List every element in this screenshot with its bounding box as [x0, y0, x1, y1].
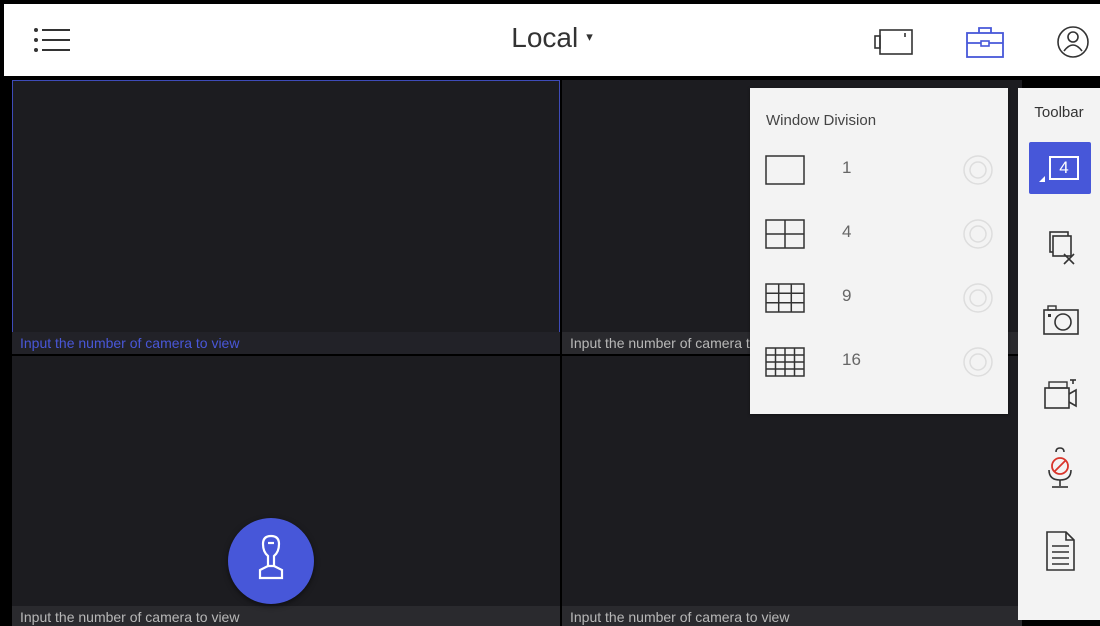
grid-16-icon [765, 347, 805, 377]
radio-icon[interactable] [962, 346, 994, 378]
close-all-icon [1049, 231, 1075, 265]
ptz-joystick-button[interactable] [228, 518, 314, 604]
division-count: 4 [1049, 156, 1079, 180]
camera-icon [1043, 305, 1079, 335]
top-bar: Local ▾ [4, 4, 1100, 76]
camera-input-hint[interactable]: Input the number of camera to view [12, 606, 560, 626]
app-window: Local ▾ Input the number of camera to vi… [0, 0, 1100, 626]
close-all-button[interactable] [1028, 224, 1092, 276]
grid-9-icon [765, 283, 805, 313]
grid-1-icon [765, 155, 805, 185]
user-icon[interactable] [1050, 24, 1096, 60]
division-option-label: 1 [842, 158, 852, 177]
toolbar-panel: Toolbar 4 [1018, 88, 1100, 620]
radio-icon[interactable] [962, 154, 994, 186]
division-option-1[interactable]: 1 [750, 144, 1008, 196]
division-option-16[interactable]: 16 [750, 336, 1008, 388]
division-option-9[interactable]: 9 [750, 272, 1008, 324]
video-camera-icon [1044, 379, 1077, 409]
window-division-button[interactable]: 4 [1029, 142, 1091, 194]
division-option-4[interactable]: 4 [750, 208, 1008, 260]
log-button[interactable] [1028, 528, 1092, 580]
record-button[interactable] [1028, 372, 1092, 424]
capture-button[interactable] [1028, 298, 1092, 350]
document-icon [1046, 531, 1075, 571]
radio-icon[interactable] [962, 282, 994, 314]
chevron-down-icon: ▾ [586, 28, 593, 44]
window-division-title: Window Division [766, 112, 877, 129]
site-selector[interactable]: Local ▾ [4, 22, 1100, 54]
division-option-label: 4 [842, 222, 852, 241]
radio-icon[interactable] [962, 218, 994, 250]
joystick-icon [258, 534, 284, 580]
toolbox-icon[interactable] [962, 24, 1008, 60]
monitor-icon[interactable] [870, 24, 916, 60]
division-option-label: 9 [842, 286, 852, 305]
mic-off-icon [1048, 447, 1072, 488]
camera-input-hint[interactable]: Input the number of camera to view [12, 332, 560, 354]
toolbar-title: Toolbar [1034, 104, 1084, 121]
corner-mark-icon [1039, 176, 1045, 182]
window-division-panel: Window Division 1 4 9 16 [750, 88, 1008, 414]
division-option-label: 16 [842, 350, 861, 369]
site-label: Local [511, 22, 579, 53]
grid-4-icon [765, 219, 805, 249]
camera-input-hint[interactable]: Input the number of camera to view [562, 606, 1022, 626]
audio-mute-button[interactable] [1028, 446, 1092, 498]
video-window-1[interactable]: Input the number of camera to view [12, 80, 560, 354]
